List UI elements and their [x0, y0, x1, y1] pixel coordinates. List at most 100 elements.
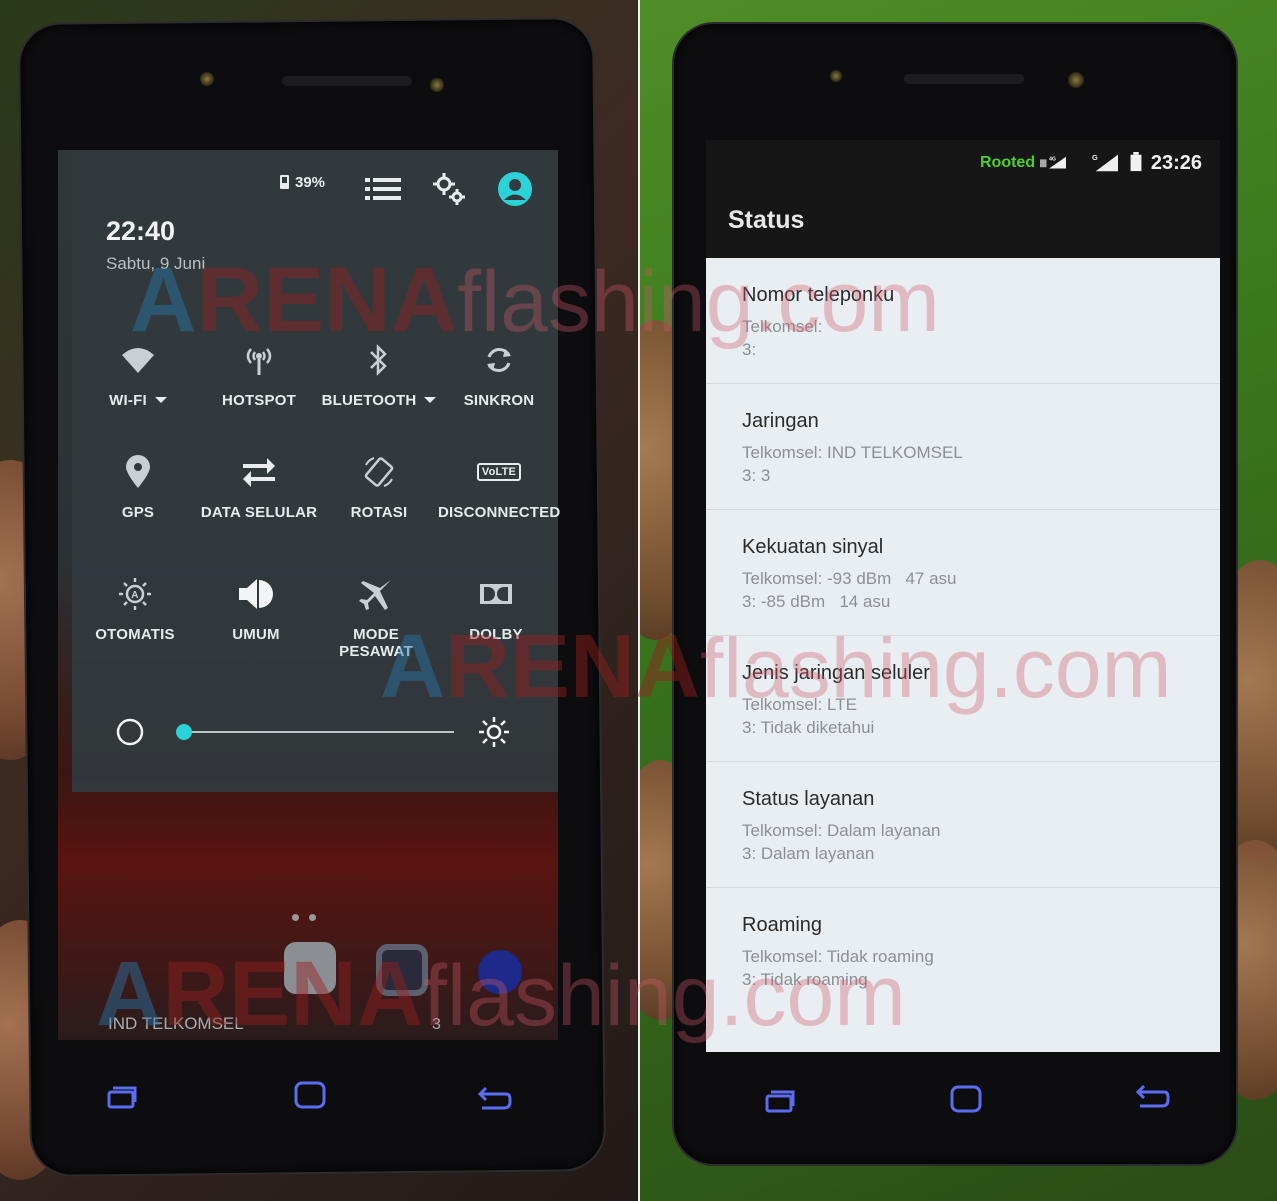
sensor: [1068, 72, 1084, 88]
item-title: Nomor teleponku: [742, 284, 895, 306]
battery-icon: [280, 175, 289, 189]
tile-auto-brightness[interactable]: A OTOMATIS: [74, 572, 196, 643]
brightness-low-icon: [116, 718, 144, 746]
dropdown-caret-icon[interactable]: [424, 397, 437, 403]
wifi-icon: [122, 348, 154, 373]
sensor: [430, 78, 444, 92]
tile-hotspot[interactable]: HOTSPOT: [198, 338, 320, 409]
tile-label: MODE PESAWAT: [339, 626, 413, 660]
brightness-track[interactable]: [192, 731, 454, 733]
page-title: Status: [728, 206, 805, 234]
dolby-icon: [480, 584, 512, 604]
item-title: Kekuatan sinyal: [742, 536, 884, 558]
signal-g-icon: G: [1092, 153, 1118, 172]
item-title: Roaming: [742, 914, 823, 936]
back-icon: [477, 1086, 512, 1110]
status-bar: Rooted 4G G 23:26: [706, 140, 1220, 186]
item-line: 3: Dalam layanan: [742, 844, 875, 863]
browser-app-icon[interactable]: [478, 950, 522, 994]
battery-indicator: 39%: [280, 174, 325, 191]
tile-label: SINKRON: [463, 392, 535, 409]
user-avatar-icon[interactable]: [496, 170, 534, 208]
item-line: Telkomsel: Tidak roaming: [742, 947, 934, 966]
settings-gear-icon[interactable]: [430, 170, 468, 208]
item-line: Telkomsel:: [742, 317, 823, 336]
tile-gps[interactable]: GPS: [77, 450, 199, 521]
bluetooth-icon: [370, 343, 387, 377]
back-button[interactable]: [1134, 1082, 1170, 1112]
list-icon[interactable]: [364, 170, 402, 208]
clock: 22:40: [106, 216, 176, 246]
home-button[interactable]: [948, 1084, 984, 1114]
auto-brightness-icon: A: [119, 578, 151, 610]
back-icon: [1135, 1084, 1170, 1108]
tile-mobile-data[interactable]: DATA SELULAR: [198, 450, 320, 521]
tile-label: BLUETOOTH: [321, 392, 417, 409]
tile-label: DATA SELULAR: [200, 504, 318, 521]
recents-icon: [107, 1086, 137, 1109]
item-line: Telkomsel: Dalam layanan: [742, 821, 941, 840]
tile-label: HOTSPOT: [222, 392, 296, 409]
recent-apps-button[interactable]: [104, 1082, 140, 1112]
tile-bluetooth[interactable]: BLUETOOTH: [318, 338, 440, 409]
list-item[interactable]: Jenis jaringan seluler Telkomsel: LTE 3:…: [706, 636, 1220, 762]
battery-percent: 39%: [295, 174, 326, 191]
item-line: Telkomsel: -93 dBm 47 asu: [742, 569, 957, 588]
item-line: Telkomsel: IND TELKOMSEL: [742, 443, 963, 462]
brightness-high-icon: [479, 717, 509, 747]
rooted-label: Rooted: [980, 154, 1036, 171]
tile-label: UMUM: [232, 626, 280, 643]
rotate-icon: [364, 457, 394, 487]
quick-settings-panel: 39% 22:40 Sabtu, 9 Juni WI-FI HOTSPOT BL…: [72, 152, 560, 792]
tile-dolby[interactable]: DOLBY: [435, 572, 557, 643]
tile-label: DISCONNECTED: [438, 504, 561, 521]
page-indicator: [292, 908, 326, 926]
sync-icon: [487, 348, 511, 372]
svg-text:G: G: [1092, 153, 1098, 162]
status-time: 23:26: [1150, 152, 1202, 174]
right-screen: Rooted 4G G 23:26 Status Nomor teleponku…: [706, 140, 1220, 1052]
data-arrows-icon: [243, 458, 275, 487]
tile-label: OTOMATIS: [95, 626, 175, 643]
location-icon: [126, 455, 150, 488]
signal-4g-icon: 4G: [1040, 157, 1066, 169]
back-button[interactable]: [476, 1084, 512, 1114]
home-icon: [294, 1081, 326, 1109]
tile-airplane-mode[interactable]: MODE PESAWAT: [315, 572, 437, 660]
svg-text:4G: 4G: [1049, 157, 1056, 163]
list-item[interactable]: Kekuatan sinyal Telkomsel: -93 dBm 47 as…: [706, 510, 1220, 636]
list-item[interactable]: Roaming Telkomsel: Tidak roaming 3: Tida…: [706, 888, 1220, 1014]
earpiece: [904, 74, 1024, 84]
app-drawer-icon[interactable]: [284, 942, 336, 994]
home-icon: [950, 1085, 982, 1113]
list-item[interactable]: Jaringan Telkomsel: IND TELKOMSEL 3: 3: [706, 384, 1220, 510]
brightness-slider[interactable]: [116, 712, 516, 752]
svg-text:A: A: [131, 590, 138, 601]
list-item[interactable]: Nomor teleponku Telkomsel: 3:: [706, 258, 1220, 384]
item-title: Jenis jaringan seluler: [742, 662, 930, 684]
tile-sync[interactable]: SINKRON: [438, 338, 560, 409]
item-line: 3: -85 dBm 14 asu: [742, 592, 891, 611]
tile-sound-profile[interactable]: UMUM: [195, 572, 317, 643]
date: Sabtu, 9 Juni: [106, 254, 206, 273]
item-title: Status layanan: [742, 788, 875, 810]
tile-label: GPS: [121, 504, 155, 521]
dropdown-caret-icon[interactable]: [154, 397, 167, 403]
brightness-thumb[interactable]: [176, 724, 192, 740]
list-item[interactable]: Status layanan Telkomsel: Dalam layanan …: [706, 762, 1220, 888]
battery-icon: [1130, 152, 1142, 172]
hotspot-icon: [246, 348, 272, 375]
sim2-label: 3: [432, 1016, 441, 1033]
front-camera: [830, 70, 842, 82]
volume-icon: [239, 579, 273, 609]
status-list: Nomor teleponku Telkomsel: 3: Jaringan T…: [706, 258, 1220, 1052]
recents-icon: [765, 1090, 795, 1113]
camera-app-icon[interactable]: [376, 944, 428, 996]
recent-apps-button[interactable]: [762, 1086, 798, 1116]
tile-volte[interactable]: VoLTE DISCONNECTED: [438, 450, 560, 521]
tile-label: ROTASI: [350, 504, 408, 521]
tile-rotation[interactable]: ROTASI: [318, 450, 440, 521]
home-button[interactable]: [292, 1080, 328, 1110]
tile-wifi[interactable]: WI-FI: [77, 338, 199, 409]
item-line: 3: Tidak diketahui: [742, 718, 875, 737]
